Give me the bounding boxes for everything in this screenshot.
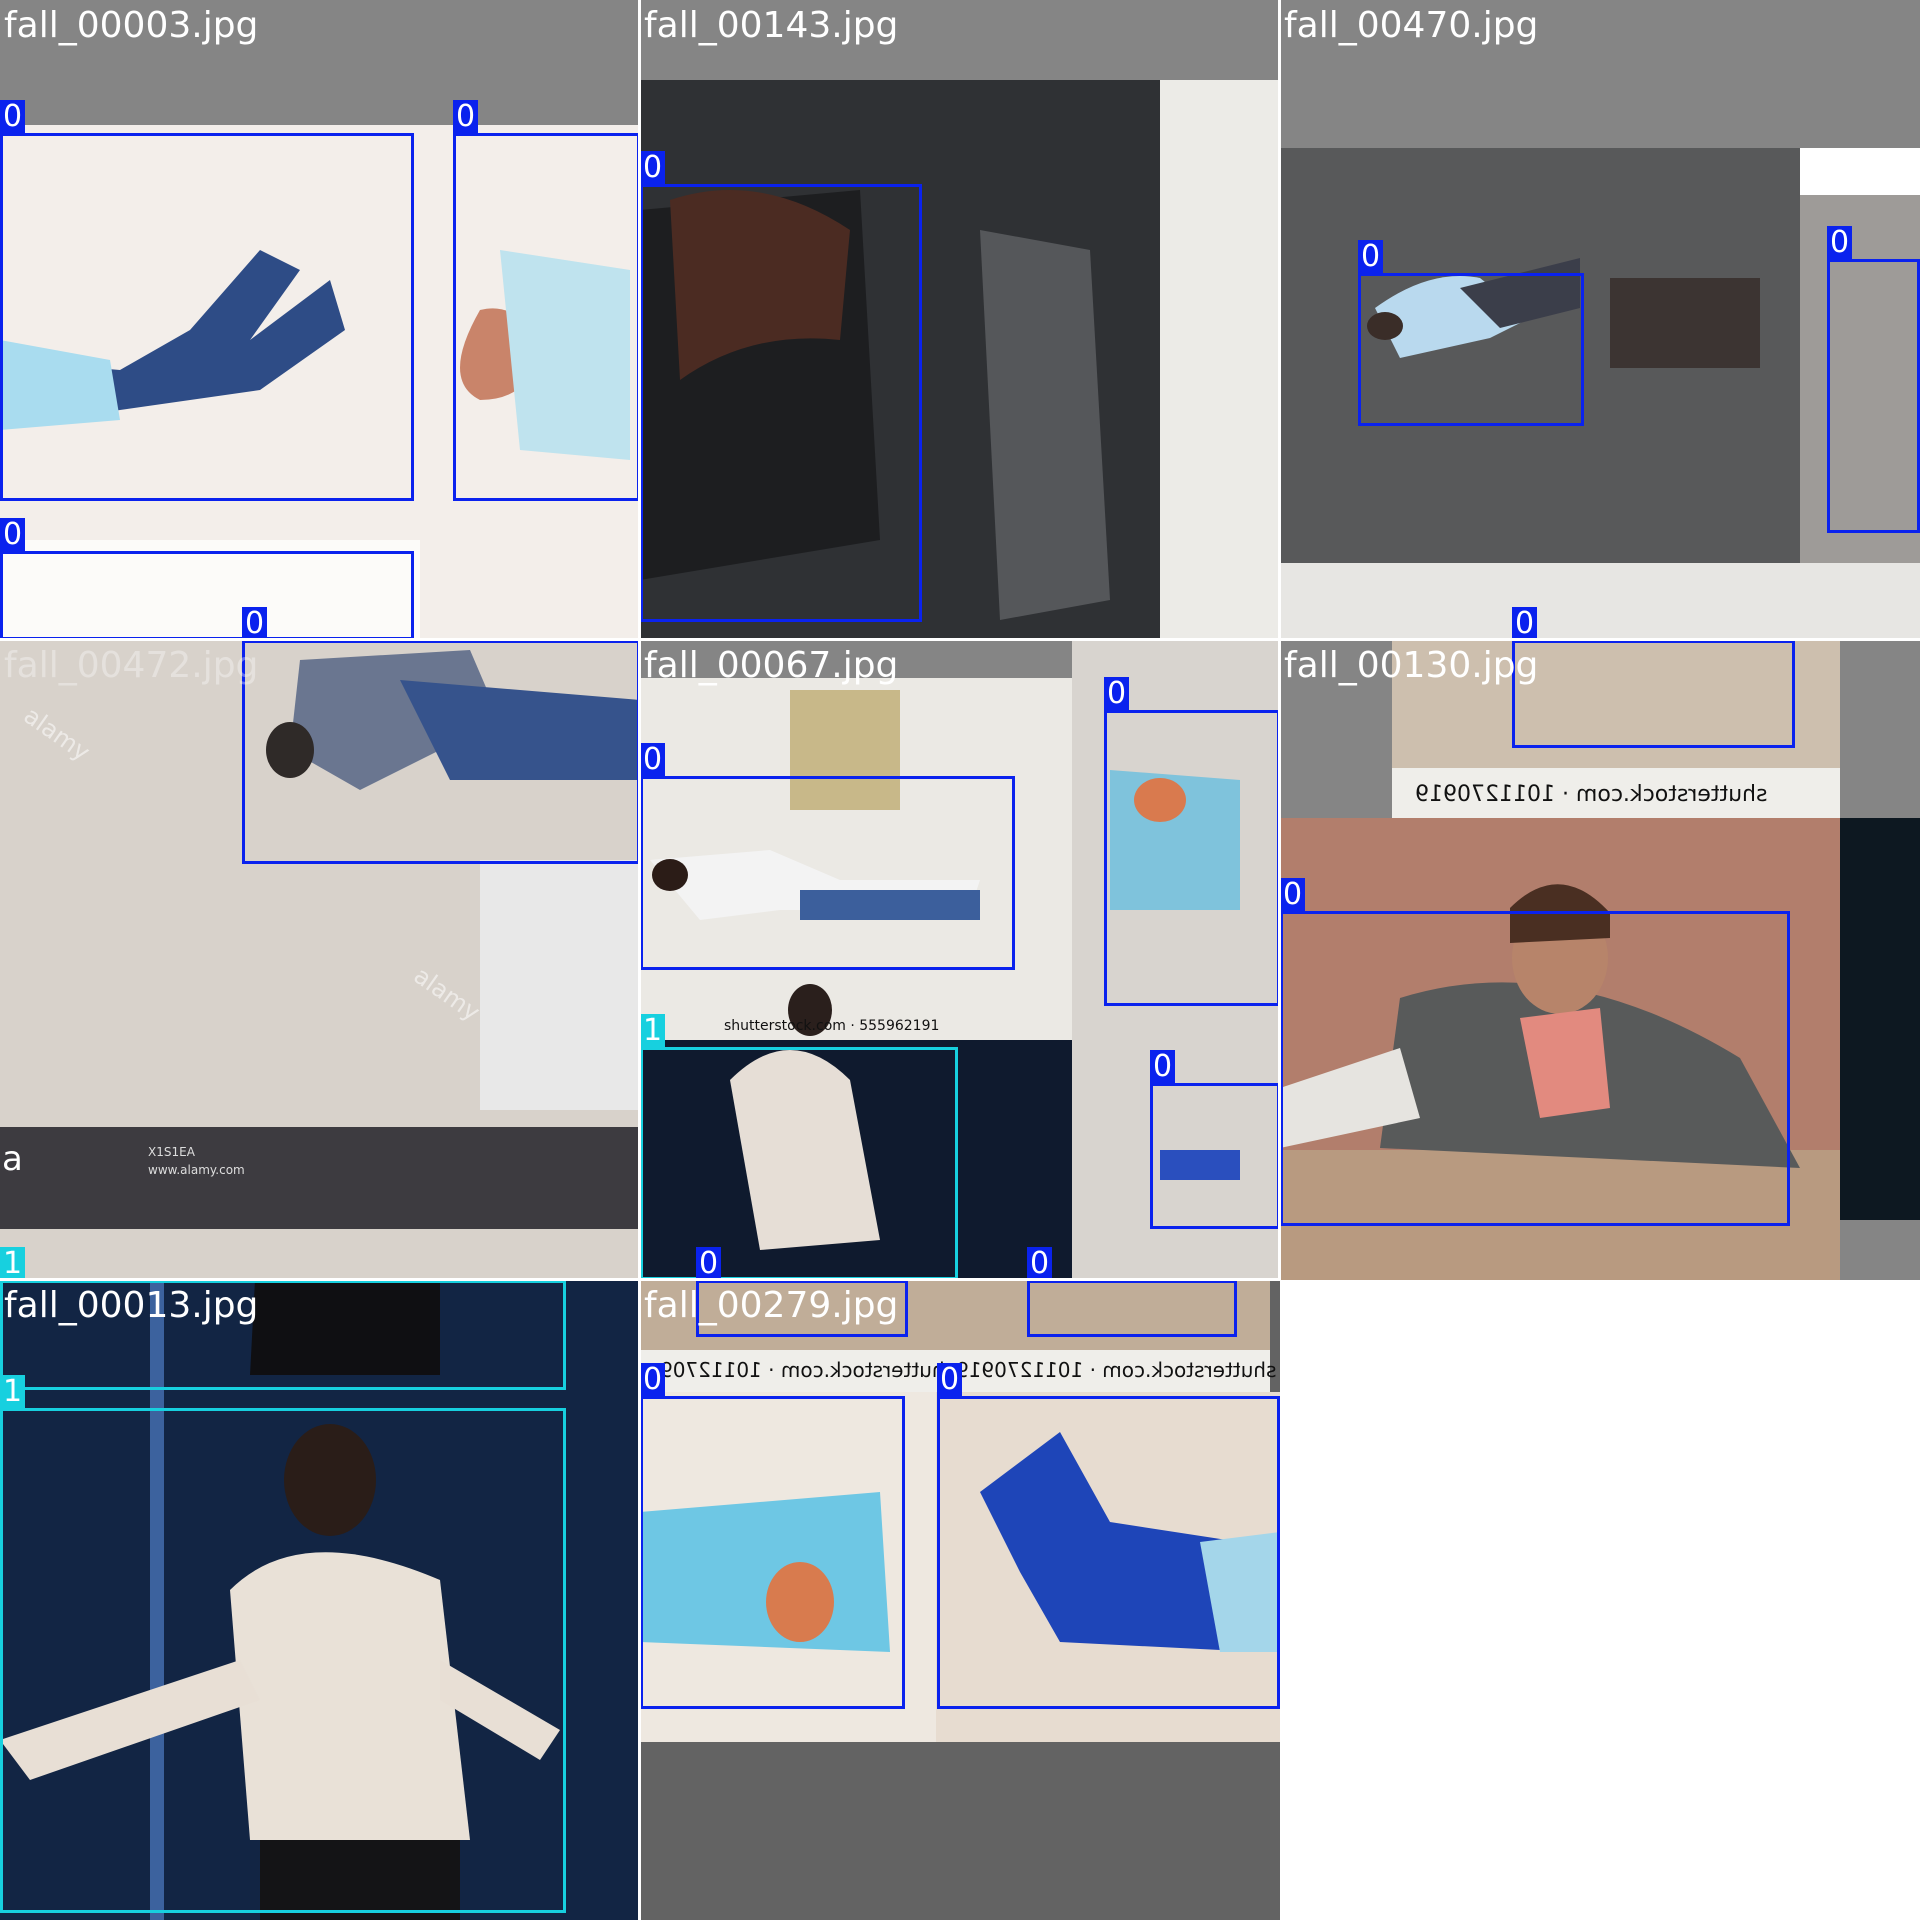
bbox-class-0: 0 [0, 518, 414, 640]
alamy-watermark-bar: a X1S1EA www.alamy.com [0, 1127, 640, 1229]
bbox-class-0: 0 [1027, 1247, 1237, 1337]
bbox-class-0: 0 [640, 743, 1015, 970]
shutterstock-watermark: shutterstock.com · 555962191 [724, 1018, 940, 1034]
shutterstock-watermark: shutterstock.com · 1011270919 [956, 1358, 1277, 1382]
bbox-label: 0 [640, 1363, 666, 1397]
bbox-label: 0 [640, 151, 666, 185]
bbox-label: 1 [0, 1375, 26, 1409]
bbox-label: 0 [1280, 878, 1306, 912]
bbox-class-0: 0 [1358, 240, 1584, 426]
grid-divider [0, 1278, 1280, 1281]
empty-cell [1280, 1280, 1920, 1920]
bbox-label: 0 [640, 743, 666, 777]
kitchen-strip [1280, 563, 1920, 640]
bbox-class-0: 0 [937, 1363, 1280, 1709]
shutterstock-watermark: shutterstock.com · 1011270919 [1415, 782, 1768, 807]
bbox-class-0: 0 [640, 151, 922, 622]
alamy-code: X1S1EA [148, 1145, 195, 1159]
tile-title: fall_00067.jpg [644, 645, 899, 686]
bbox-class-1: 1 [0, 1375, 566, 1913]
bbox-label: 0 [1827, 226, 1853, 260]
tile-title: fall_00470.jpg [1284, 5, 1539, 46]
bbox-class-0: 0 [1150, 1050, 1280, 1229]
bbox-class-0: 0 [1827, 226, 1920, 533]
bbox-class-0: 0 [0, 100, 414, 501]
light-background [1160, 80, 1280, 640]
grid-divider [0, 638, 1920, 641]
tile-title: fall_00143.jpg [644, 5, 899, 46]
bbox-class-0: 0 [1104, 677, 1280, 1006]
bbox-label: 0 [453, 100, 479, 134]
bbox-label: 0 [242, 607, 268, 641]
bbox-label: 0 [1104, 677, 1130, 711]
bbox-label: 0 [937, 1363, 963, 1397]
tile-title: fall_00279.jpg [644, 1285, 899, 1326]
bbox-label: 0 [0, 100, 26, 134]
bbox-class-0: 0 [640, 1363, 905, 1709]
grid-divider [638, 0, 641, 1920]
dark-side [1840, 818, 1920, 1220]
bbox-label: 1 [0, 1247, 26, 1281]
bbox-label: 0 [696, 1247, 722, 1281]
tile-title: fall_00472.jpg [4, 645, 259, 686]
bbox-label: 0 [1358, 240, 1384, 274]
bbox-label: 0 [1150, 1050, 1176, 1084]
bbox-label: 1 [640, 1014, 666, 1048]
bbox-class-1: 1 [640, 1014, 958, 1280]
alamy-logo-letter: a [2, 1139, 23, 1179]
tile-title: fall_00130.jpg [1284, 645, 1539, 686]
tile-title: fall_00003.jpg [4, 5, 259, 46]
stair-background [480, 860, 640, 1110]
bbox-class-0: 0 [1280, 878, 1790, 1226]
bbox-label: 0 [1512, 607, 1538, 641]
bbox-class-0: 0 [1512, 607, 1795, 748]
tile-title: fall_00013.jpg [4, 1285, 259, 1326]
bbox-label: 0 [1027, 1247, 1053, 1281]
mosaic-grid: a X1S1EA www.alamy.com alamy alamy shutt… [0, 0, 1920, 1920]
bbox-label: 0 [0, 518, 26, 552]
alamy-url: www.alamy.com [148, 1163, 245, 1177]
bbox-class-0: 0 [453, 100, 640, 501]
bbox-class-0: 0 [242, 607, 640, 864]
shutterstock-watermark: shutterstock.com · 10112709 [660, 1358, 955, 1382]
alamy-logo-text: a [2, 1139, 23, 1179]
